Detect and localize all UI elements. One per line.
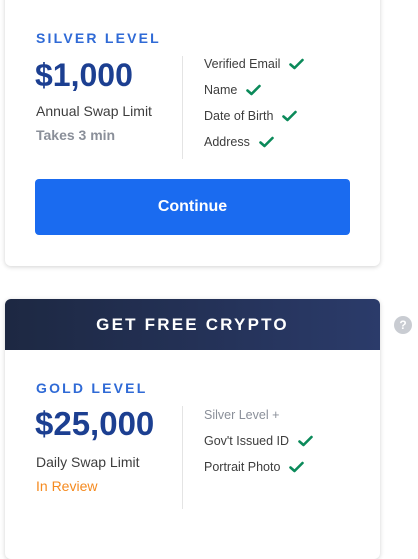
silver-divider <box>182 56 183 159</box>
requirement-item: Gov't Issued ID <box>204 428 313 454</box>
requirement-item: Address <box>204 129 304 155</box>
requirement-label: Date of Birth <box>204 109 274 123</box>
requirement-label: Name <box>204 83 238 97</box>
help-icon[interactable]: ? <box>394 316 412 334</box>
checkmark-icon <box>246 84 262 96</box>
requirement-item: Verified Email <box>204 51 305 77</box>
gold-status-text: In Review <box>36 478 98 494</box>
requirement-label: Address <box>204 135 250 149</box>
requirement-label: Portrait Photo <box>204 460 281 474</box>
gold-level-title: GOLD LEVEL <box>36 380 148 396</box>
silver-swap-limit-amount: $1,000 <box>35 57 133 93</box>
requirement-item: Portrait Photo <box>204 454 313 480</box>
silver-limit-label: Annual Swap Limit <box>36 103 152 119</box>
gold-requirements-list: Silver Level + Gov't Issued ID Portrait … <box>204 402 313 480</box>
requirement-item: Name <box>204 77 304 103</box>
checkmark-icon <box>289 58 305 70</box>
gold-limit-label: Daily Swap Limit <box>36 454 140 470</box>
checkmark-icon <box>282 110 298 122</box>
silver-requirements-list: Verified Email Name Date of Birth Addres… <box>204 51 305 155</box>
gold-swap-limit-amount: $25,000 <box>35 405 155 442</box>
checkmark-icon <box>259 136 274 148</box>
get-free-crypto-banner: GET FREE CRYPTO <box>5 299 380 350</box>
requirement-label: Silver Level + <box>204 408 280 422</box>
requirement-label: Gov't Issued ID <box>204 434 290 448</box>
requirement-item: Silver Level + <box>204 402 313 428</box>
gold-divider <box>182 406 183 509</box>
continue-button[interactable]: Continue <box>35 179 350 235</box>
checkmark-icon <box>298 435 313 447</box>
gold-level-card: GET FREE CRYPTO GOLD LEVEL $25,000 Daily… <box>5 299 380 559</box>
requirement-label: Verified Email <box>204 57 281 71</box>
silver-level-card: SILVER LEVEL $1,000 Annual Swap Limit Ta… <box>5 0 380 266</box>
requirement-item: Date of Birth <box>204 103 304 129</box>
silver-level-title: SILVER LEVEL <box>36 30 161 46</box>
checkmark-icon <box>289 461 305 473</box>
silver-status-text: Takes 3 min <box>36 127 116 143</box>
